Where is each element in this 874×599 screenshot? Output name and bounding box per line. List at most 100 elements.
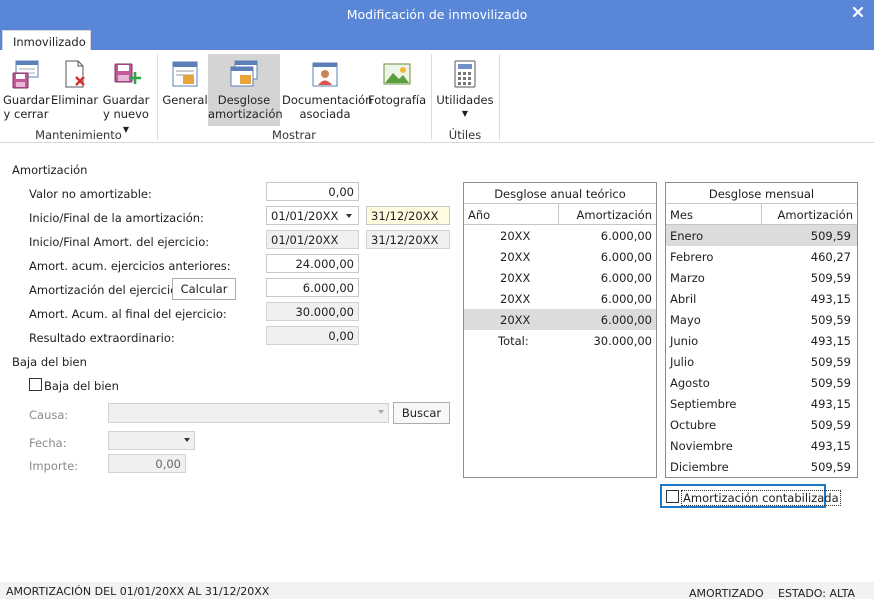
delete-button[interactable]: Eliminar [51, 54, 98, 107]
monthly-row-month: Agosto [670, 376, 710, 390]
monthly-row[interactable]: Febrero 460,27 [666, 246, 857, 267]
monthly-row-amount: 493,15 [810, 397, 851, 411]
monthly-breakdown-header: Mes Amortización [666, 204, 857, 225]
amortization-start-date[interactable]: 01/01/20XX [266, 206, 359, 225]
monthly-row-month: Junio [670, 334, 699, 348]
general-form-icon [172, 61, 198, 87]
monthly-row[interactable]: Agosto 509,59 [666, 372, 857, 393]
annual-row[interactable]: 20XX 6.000,00 [464, 246, 656, 267]
monthly-row[interactable]: Enero 509,59 [666, 225, 857, 246]
monthly-row-amount: 493,15 [810, 439, 851, 453]
delete-document-icon [65, 60, 85, 88]
monthly-row-month: Mayo [670, 313, 701, 327]
annual-row-amount: 6.000,00 [600, 271, 652, 285]
monthly-row[interactable]: Junio 493,15 [666, 330, 857, 351]
annual-row-year: 20XX [500, 292, 531, 306]
monthly-row[interactable]: Abril 493,15 [666, 288, 857, 309]
photo-icon [383, 63, 411, 85]
annual-row-amount: 6.000,00 [600, 292, 652, 306]
monthly-row-amount: 493,15 [810, 292, 851, 306]
monthly-row[interactable]: Mayo 509,59 [666, 309, 857, 330]
save-new-button[interactable]: Guardar y nuevo ▼ [100, 54, 152, 137]
search-cause-button[interactable]: Buscar [393, 402, 450, 424]
importe-label: Importe: [29, 459, 79, 473]
documents-label-1: Documentación [282, 93, 373, 107]
calculate-button[interactable]: Calcular [172, 278, 236, 300]
general-button[interactable]: General [162, 54, 208, 107]
associated-documents-button[interactable]: Documentación asociada [282, 54, 373, 121]
annual-total-value: 30.000,00 [593, 334, 652, 348]
inicio-final-ejercicio-label: Inicio/Final Amort. del ejercicio: [29, 235, 210, 249]
inicio-final-label: Inicio/Final de la amortización: [29, 211, 204, 225]
annual-row[interactable]: 20XX 6.000,00 [464, 225, 656, 246]
chevron-down-icon: ▼ [461, 109, 469, 118]
monthly-row[interactable]: Marzo 509,59 [666, 267, 857, 288]
breakdown-label-2: amortización [208, 107, 283, 121]
section-amortizacion: Amortización [12, 163, 88, 177]
monthly-row-month: Febrero [670, 250, 714, 264]
importe-input: 0,00 [108, 454, 186, 473]
annual-row[interactable]: 20XX 6.000,00 [464, 267, 656, 288]
monthly-row[interactable]: Septiembre 493,15 [666, 393, 857, 414]
acum-anteriores-input[interactable]: 24.000,00 [266, 254, 359, 273]
ribbon-tab-strip: Inmovilizado [0, 30, 874, 52]
chevron-down-icon [184, 438, 190, 442]
status-estado: ESTADO: ALTA [778, 587, 855, 599]
save-close-button[interactable]: Guardar y cerrar [3, 54, 50, 121]
monthly-row-month: Marzo [670, 271, 705, 285]
close-icon[interactable] [850, 4, 866, 20]
monthly-row-month: Diciembre [670, 460, 729, 474]
amortization-start-value: 01/01/20XX [271, 209, 339, 223]
monthly-row-amount: 509,59 [810, 271, 851, 285]
monthly-row-amount: 493,15 [810, 334, 851, 348]
amortizacion-contabilizada-checkbox[interactable] [666, 490, 679, 503]
col-year[interactable]: Año [464, 204, 559, 224]
annual-breakdown-rows: 20XX 6.000,00 20XX 6.000,00 20XX 6.000,00 20XX… [464, 225, 656, 330]
amort-ejercicio-input[interactable]: 6.000,00 [266, 278, 359, 297]
fecha-label: Fecha: [29, 436, 67, 450]
fecha-select [108, 431, 195, 450]
monthly-breakdown-table: Desglose mensual Mes Amortización Enero 5… [665, 182, 858, 478]
amortization-breakdown-button[interactable]: Desglose amortización [208, 54, 283, 126]
save-close-icon [12, 60, 39, 89]
amortization-breakdown-icon [230, 60, 258, 87]
monthly-row-amount: 509,59 [810, 418, 851, 432]
annual-row-amount: 6.000,00 [600, 313, 652, 327]
monthly-row-amount: 460,27 [810, 250, 851, 264]
tab-inmovilizado[interactable]: Inmovilizado [2, 30, 91, 52]
annual-row-amount: 6.000,00 [600, 250, 652, 264]
monthly-row-amount: 509,59 [810, 229, 851, 243]
save-close-label-1: Guardar [3, 93, 50, 107]
fiscal-end-date: 31/12/20XX [366, 230, 450, 249]
monthly-breakdown-rows: Enero 509,59 Febrero 460,27 Marzo 509,59 Abril… [666, 225, 857, 477]
annual-row-year: 20XX [500, 250, 531, 264]
photo-button[interactable]: Fotografía [368, 54, 426, 107]
monthly-row-amount: 509,59 [810, 376, 851, 390]
monthly-row[interactable]: Diciembre 509,59 [666, 456, 857, 477]
col-amortization[interactable]: Amortización [559, 204, 656, 224]
annual-row[interactable]: 20XX 6.000,00 [464, 288, 656, 309]
annual-row-year: 20XX [500, 271, 531, 285]
monthly-row[interactable]: Noviembre 493,15 [666, 435, 857, 456]
col-monthly-amortization[interactable]: Amortización [762, 204, 857, 224]
amortization-end-date[interactable]: 31/12/20XX [366, 206, 450, 225]
baja-checkbox[interactable] [29, 378, 42, 391]
monthly-breakdown-title: Desglose mensual [666, 183, 857, 204]
status-amortizado: AMORTIZADO [689, 587, 764, 599]
resultado-extra-input: 0,00 [266, 326, 359, 345]
utilities-button[interactable]: Utilidades ▼ [436, 54, 494, 121]
chevron-down-icon[interactable] [346, 214, 352, 218]
annual-breakdown-table: Desglose anual teórico Año Amortización … [463, 182, 657, 478]
amortizacion-contabilizada-checkbox-group[interactable]: Amortización contabilizada [660, 484, 841, 508]
associated-documents-icon [312, 62, 338, 87]
window-title: Modificación de inmovilizado [346, 7, 528, 22]
monthly-row-month: Abril [670, 292, 697, 306]
annual-row[interactable]: 20XX 6.000,00 [464, 309, 656, 330]
monthly-row[interactable]: Julio 509,59 [666, 351, 857, 372]
valor-no-amortizable-input[interactable]: 0,00 [266, 182, 359, 201]
save-close-label-2: y cerrar [3, 107, 49, 121]
save-new-label-1: Guardar [102, 93, 150, 107]
annual-row-amount: 6.000,00 [600, 229, 652, 243]
monthly-row[interactable]: Octubre 509,59 [666, 414, 857, 435]
col-month[interactable]: Mes [666, 204, 762, 224]
